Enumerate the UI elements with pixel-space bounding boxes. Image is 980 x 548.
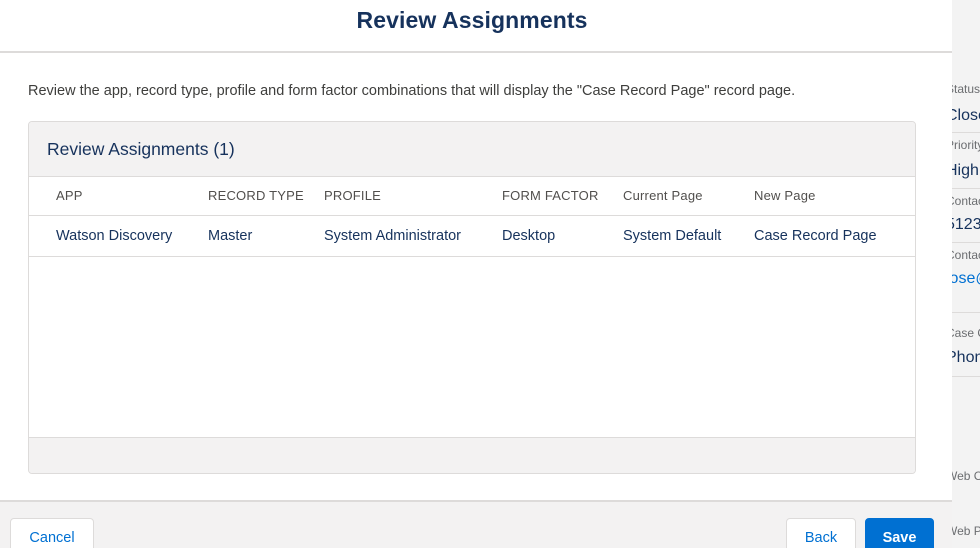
bg-divider bbox=[952, 242, 980, 243]
modal-header: Review Assignments bbox=[0, 0, 952, 53]
cell-app: Watson Discovery bbox=[56, 228, 173, 244]
column-header-new-page: New Page bbox=[754, 188, 816, 203]
column-header-profile: PROFILE bbox=[324, 188, 382, 203]
cell-current-page: System Default bbox=[623, 228, 722, 244]
bg-contact-email-link[interactable]: jose@ bbox=[952, 270, 980, 288]
cell-form-factor: Desktop bbox=[502, 228, 556, 244]
bg-contact-phone-value: 5123 bbox=[952, 216, 980, 233]
table-row: Watson Discovery Master System Administr… bbox=[29, 216, 915, 257]
intro-text: Review the app, record type, profile and… bbox=[28, 83, 796, 99]
card-footer bbox=[29, 437, 915, 473]
assignments-card: Review Assignments (1) APP RECORD TYPE P… bbox=[28, 121, 916, 474]
bg-priority-label: Priority bbox=[952, 138, 980, 152]
bg-contact-email-label: Contact Email bbox=[952, 248, 980, 262]
bg-priority-value: High bbox=[952, 162, 979, 179]
bg-divider bbox=[952, 132, 980, 133]
bg-divider bbox=[952, 312, 980, 313]
column-header-app: APP bbox=[56, 188, 83, 203]
column-header-current-page: Current Page bbox=[623, 188, 703, 203]
table-header: APP RECORD TYPE PROFILE FORM FACTOR Curr… bbox=[29, 177, 915, 216]
cell-new-page: Case Record Page bbox=[754, 228, 877, 244]
bg-web-company-label: Web Company bbox=[952, 469, 980, 483]
back-button[interactable]: Back bbox=[786, 518, 856, 548]
bg-status-value: Closed bbox=[952, 107, 980, 124]
modal-title: Review Assignments bbox=[356, 7, 588, 33]
bg-case-origin-value: Phone bbox=[952, 349, 980, 366]
bg-divider bbox=[952, 188, 980, 189]
cancel-button[interactable]: Cancel bbox=[10, 518, 94, 548]
bg-status-label: Status bbox=[952, 82, 980, 96]
card-header: Review Assignments (1) bbox=[29, 122, 915, 177]
column-header-form-factor: FORM FACTOR bbox=[502, 188, 599, 203]
bg-case-origin-label: Case Origin bbox=[952, 326, 980, 340]
cell-record-type: Master bbox=[208, 228, 253, 244]
modal-footer: Cancel Back Save bbox=[0, 500, 952, 548]
review-assignments-modal: Review Assignments Review the app, recor… bbox=[0, 0, 952, 548]
save-button[interactable]: Save bbox=[865, 518, 934, 548]
screen: Status Closed Priority High Contact Phon… bbox=[0, 0, 980, 548]
column-header-record-type: RECORD TYPE bbox=[208, 188, 304, 203]
bg-contact-phone-label: Contact Phone bbox=[952, 194, 980, 208]
background-record-panel: Status Closed Priority High Contact Phon… bbox=[952, 0, 980, 548]
card-title: Review Assignments (1) bbox=[47, 138, 235, 159]
cell-profile: System Administrator bbox=[324, 228, 461, 244]
bg-divider bbox=[952, 376, 980, 377]
bg-web-phone-label: Web Phone bbox=[952, 524, 980, 538]
